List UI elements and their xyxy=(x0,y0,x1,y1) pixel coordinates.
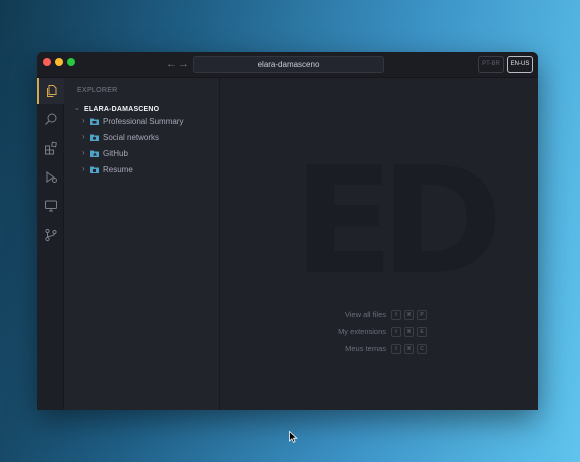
key-cap: C xyxy=(417,343,427,354)
chevron-down-icon: ⌄ xyxy=(74,105,80,112)
logo-monogram: ED xyxy=(293,135,503,307)
tree-item-label: Social networks xyxy=(103,132,160,142)
tree-item-professional-summary[interactable]: › Professional Summary xyxy=(82,115,183,127)
activity-source-control[interactable] xyxy=(37,222,64,248)
activity-bar xyxy=(37,78,64,410)
activity-search[interactable] xyxy=(37,106,64,132)
language-en-us-button[interactable]: EN-US xyxy=(507,56,533,73)
language-pt-br-button[interactable]: PT-BR xyxy=(478,56,504,73)
shortcut-my-extensions[interactable]: My extensions ⇧ ⌘ E xyxy=(338,326,430,337)
title-bar: ← → elara-damasceno PT-BR EN-US xyxy=(37,52,538,78)
activity-extensions[interactable] xyxy=(37,135,64,161)
activity-monitor[interactable] xyxy=(37,193,64,219)
editor-welcome-area: ED View all files ⇧ ⌘ P My extensions ⇧ … xyxy=(221,78,538,410)
mouse-cursor-icon xyxy=(289,430,298,448)
shortcut-label: Meus temas xyxy=(345,344,386,353)
command-key-icon: ⌘ xyxy=(404,326,414,337)
app-window: ← → elara-damasceno PT-BR EN-US EXPLORER… xyxy=(37,52,538,410)
activity-files[interactable] xyxy=(37,78,64,104)
tree-item-label: Professional Summary xyxy=(103,116,184,126)
monitor-icon xyxy=(44,200,57,212)
chevron-right-icon: › xyxy=(82,148,85,157)
maximize-window-button[interactable] xyxy=(67,58,75,66)
github-folder-icon xyxy=(90,150,99,157)
tree-item-label: Resume xyxy=(103,164,133,174)
tree-item-github[interactable]: › GitHub xyxy=(82,147,128,159)
shift-key-icon: ⇧ xyxy=(391,343,401,354)
command-key-icon: ⌘ xyxy=(404,309,414,320)
folder-icon xyxy=(90,134,99,141)
shortcut-meus-temas[interactable]: Meus temas ⇧ ⌘ C xyxy=(345,343,430,354)
explorer-root-folder[interactable]: ⌄ ELARA-DAMASCENO xyxy=(74,103,159,115)
chevron-right-icon: › xyxy=(82,116,85,125)
root-folder-label: ELARA-DAMASCENO xyxy=(84,105,160,113)
shortcut-label: View all files xyxy=(344,310,386,319)
shift-key-icon: ⇧ xyxy=(391,309,401,320)
folder-icon xyxy=(90,118,99,125)
command-key-icon: ⌘ xyxy=(404,343,414,354)
address-bar[interactable]: elara-damasceno xyxy=(193,56,384,73)
key-cap: P xyxy=(417,309,427,320)
key-cap: E xyxy=(417,326,427,337)
minimize-window-button[interactable] xyxy=(55,58,63,66)
tree-item-resume[interactable]: › Resume xyxy=(82,163,133,175)
shortcut-view-all-files[interactable]: View all files ⇧ ⌘ P xyxy=(345,309,430,320)
source-control-icon xyxy=(44,228,57,242)
extensions-icon xyxy=(44,141,57,155)
explorer-sidebar: EXPLORER ⌄ ELARA-DAMASCENO › Professiona… xyxy=(64,78,220,410)
forward-arrow-icon[interactable]: → xyxy=(178,57,189,71)
chevron-right-icon: › xyxy=(82,164,85,173)
folder-icon xyxy=(90,166,99,173)
activity-run-debug[interactable] xyxy=(37,164,64,190)
files-icon xyxy=(46,85,56,97)
close-window-button[interactable] xyxy=(43,58,51,66)
run-debug-icon xyxy=(46,171,57,183)
tree-item-social-networks[interactable]: › Social networks xyxy=(82,131,159,143)
explorer-title: EXPLORER xyxy=(77,87,118,94)
back-arrow-icon[interactable]: ← xyxy=(166,57,177,71)
tree-item-label: GitHub xyxy=(103,148,128,158)
search-icon xyxy=(44,113,56,125)
shift-key-icon: ⇧ xyxy=(391,326,401,337)
chevron-right-icon: › xyxy=(82,132,85,141)
shortcut-label: My extensions xyxy=(338,327,386,336)
